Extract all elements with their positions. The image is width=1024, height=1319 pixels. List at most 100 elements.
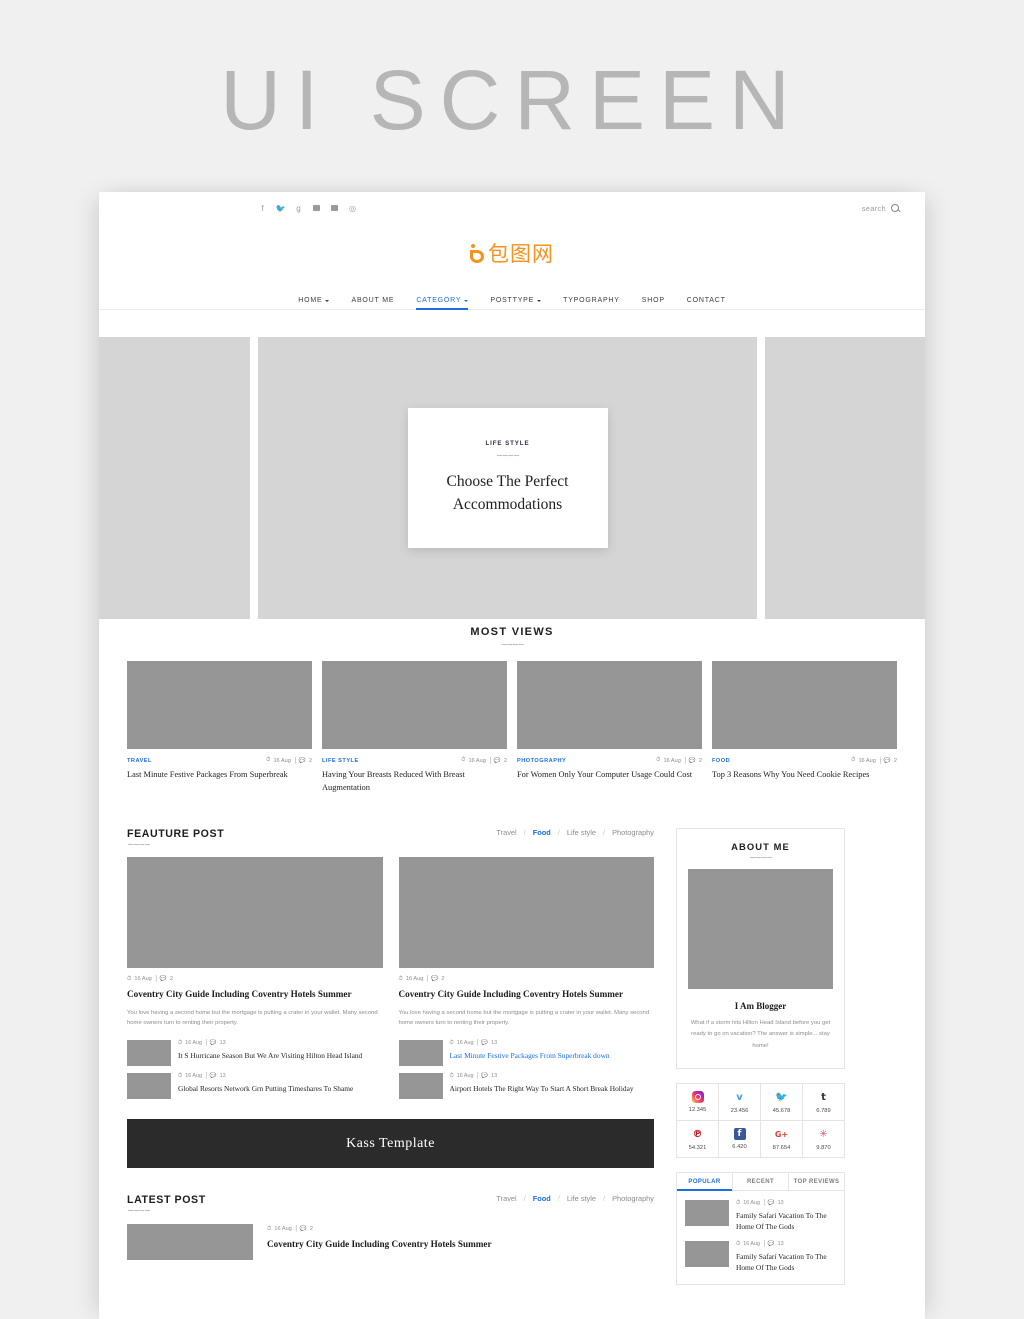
nav-item-typography[interactable]: TYPOGRAPHY <box>563 282 620 310</box>
hero-slide-active[interactable]: LIFE STYLE ∼∼∼∼ Choose The Perfect Accom… <box>258 337 757 619</box>
most-views-card[interactable]: TRAVEL ⏱ 16 Aug │ 💬 2 Last Minute Festiv… <box>127 661 312 794</box>
social-count-tumblr[interactable]: t 6.789 <box>803 1083 845 1121</box>
mini-post-item[interactable]: ⏱ 16 Aug │ 💬 13 Last Minute Festive Pack… <box>398 1040 655 1067</box>
filter-travel[interactable]: Travel <box>496 828 516 837</box>
post-thumbnail[interactable] <box>398 1040 443 1067</box>
nav-item-posttype[interactable]: POSTTYPE <box>490 282 542 310</box>
feature-post-filters[interactable]: Travel / Food / Life style / Photography <box>496 828 654 837</box>
promo-banner[interactable]: Kass Template <box>127 1119 654 1169</box>
nav-item-shop[interactable]: SHOP <box>642 282 665 310</box>
most-views-card[interactable]: LIFE STYLE ⏱ 16 Aug │ 💬 2 Having Your Br… <box>322 661 507 794</box>
post-thumbnail[interactable] <box>127 857 383 969</box>
hero-carousel[interactable]: LIFE STYLE ∼∼∼∼ Choose The Perfect Accom… <box>99 310 925 619</box>
filter-food[interactable]: Food <box>533 1194 551 1203</box>
hero-slide-next[interactable] <box>765 337 925 619</box>
post-meta: ⏱ 16 Aug │ 💬 2 <box>267 1226 313 1233</box>
site-logo[interactable]: 包图网 <box>99 224 925 282</box>
filter-separator: / <box>557 828 560 838</box>
filter-photography[interactable]: Photography <box>612 1194 654 1203</box>
post-thumbnail[interactable] <box>127 1224 253 1261</box>
list-item[interactable]: ⏱ 16 Aug │ 💬 13 Family Safari Vacation T… <box>685 1199 836 1233</box>
feature-post-item[interactable]: ⏱ 16 Aug │ 💬 2 Coventry City Guide Inclu… <box>127 857 383 1100</box>
search-box[interactable]: search <box>862 204 899 213</box>
post-title[interactable]: Global Resorts Network Grn Putting Times… <box>178 1083 353 1094</box>
vimeo-icon: v <box>736 1091 743 1103</box>
feature-post-item[interactable]: ⏱ 16 Aug │ 💬 2 Coventry City Guide Inclu… <box>398 857 655 1100</box>
sidebar: ABOUT ME ∼∼∼∼ I Am Blogger What if a sto… <box>676 828 845 1285</box>
mini-post-item[interactable]: ⏱ 16 Aug │ 💬 13 It S Hurricane Season Bu… <box>127 1040 383 1067</box>
hero-category: LIFE STYLE <box>485 439 530 447</box>
hero-card[interactable]: LIFE STYLE ∼∼∼∼ Choose The Perfect Accom… <box>407 408 608 548</box>
post-title[interactable]: Coventry City Guide Including Coventry H… <box>399 988 655 1001</box>
sidebar-tabs[interactable]: POPULAR RECENT TOP REVIEWS <box>676 1171 845 1191</box>
filter-life-style[interactable]: Life style <box>567 828 596 837</box>
post-title[interactable]: Family Safari Vacation To The Home Of Th… <box>736 1210 836 1233</box>
nav-item-category[interactable]: CATEGORY <box>416 282 469 310</box>
post-title[interactable]: Coventry City Guide Including Coventry H… <box>127 988 383 1001</box>
follower-count: 6.789 <box>816 1107 831 1114</box>
list-item[interactable]: ⏱ 16 Aug │ 💬 13 Family Safari Vacation T… <box>685 1240 836 1274</box>
nav-label: CATEGORY <box>416 296 462 304</box>
post-thumbnail[interactable] <box>398 857 654 969</box>
post-title[interactable]: Family Safari Vacation To The Home Of Th… <box>736 1251 836 1274</box>
mini-post-item[interactable]: ⏱ 16 Aug │ 💬 13 Global Resorts Network G… <box>127 1073 383 1100</box>
post-title[interactable]: Airport Hotels The Right Way To Start A … <box>450 1083 634 1094</box>
tab-top-reviews[interactable]: TOP REVIEWS <box>789 1173 844 1190</box>
facebook-icon[interactable]: f <box>258 204 267 213</box>
filter-food[interactable]: Food <box>533 828 551 837</box>
post-thumbnail[interactable] <box>127 1040 171 1067</box>
category-label[interactable]: PHOTOGRAPHY <box>517 758 566 764</box>
post-thumbnail[interactable] <box>127 661 312 749</box>
post-title[interactable]: Coventry City Guide Including Coventry H… <box>267 1238 492 1251</box>
filter-life-style[interactable]: Life style <box>567 1194 596 1203</box>
post-meta: ⏱ 16 Aug │ 💬 2 <box>127 976 173 983</box>
search-icon[interactable] <box>891 204 899 212</box>
social-count-pinterest[interactable]: ℗ 54.321 <box>677 1120 719 1158</box>
tab-recent[interactable]: RECENT <box>733 1172 789 1190</box>
post-thumbnail[interactable] <box>127 1073 171 1100</box>
most-views-card[interactable]: PHOTOGRAPHY ⏱ 16 Aug │ 💬 2 For Women Onl… <box>517 661 702 794</box>
post-thumbnail[interactable] <box>712 661 897 749</box>
post-thumbnail[interactable] <box>398 1073 443 1100</box>
category-label[interactable]: FOOD <box>712 758 730 764</box>
most-views-card[interactable]: FOOD ⏱ 16 Aug │ 💬 2 Top 3 Reasons Why Yo… <box>712 661 897 794</box>
social-links[interactable]: f 🐦 g ◎ <box>258 204 357 213</box>
mini-post-item[interactable]: ⏱ 16 Aug │ 💬 13 Airport Hotels The Right… <box>398 1073 655 1100</box>
post-date: 16 Aug <box>456 1073 474 1080</box>
meta-info: ⏱ 16 Aug │ 💬 2 <box>461 757 507 764</box>
flickr-icon[interactable] <box>312 204 321 213</box>
post-title[interactable]: Top 3 Reasons Why You Need Cookie Recipe… <box>712 769 897 782</box>
youtube-icon[interactable] <box>330 204 339 213</box>
social-count-facebook[interactable]: f 6.420 <box>719 1120 761 1158</box>
social-count-google-plus[interactable]: G+ 87.654 <box>761 1120 803 1158</box>
nav-item-home[interactable]: HOME <box>298 282 330 310</box>
post-title[interactable]: Having Your Breasts Reduced With Breast … <box>322 769 507 794</box>
hero-slide-prev[interactable] <box>99 337 250 619</box>
post-title[interactable]: For Women Only Your Computer Usage Could… <box>517 769 702 782</box>
latest-post-item[interactable]: ⏱ 16 Aug │ 💬 2 Coventry City Guide Inclu… <box>127 1224 654 1261</box>
category-label[interactable]: LIFE STYLE <box>322 758 359 764</box>
social-count-vimeo[interactable]: v 23.456 <box>719 1083 761 1121</box>
social-count-instagram[interactable]: 12.345 <box>677 1083 719 1121</box>
post-title[interactable]: It S Hurricane Season But We Are Visitin… <box>178 1050 362 1061</box>
post-title[interactable]: Last Minute Festive Packages From Superb… <box>450 1050 610 1061</box>
latest-post-filters[interactable]: Travel / Food / Life style / Photography <box>496 1194 654 1203</box>
pinterest-icon[interactable]: ◎ <box>348 204 357 213</box>
google-plus-icon[interactable]: g <box>294 204 303 213</box>
nav-item-about-me[interactable]: ABOUT ME <box>351 282 394 310</box>
filter-travel[interactable]: Travel <box>496 1194 516 1203</box>
nav-item-contact[interactable]: CONTACT <box>687 282 726 310</box>
social-count-twitter[interactable]: 🐦 45.678 <box>761 1083 803 1121</box>
post-thumbnail[interactable] <box>685 1240 729 1267</box>
post-thumbnail[interactable] <box>517 661 702 749</box>
post-thumbnail[interactable] <box>322 661 507 749</box>
post-date: 16 Aug <box>858 757 876 764</box>
filter-photography[interactable]: Photography <box>612 828 654 837</box>
category-label[interactable]: TRAVEL <box>127 758 152 764</box>
social-count-dribbble[interactable]: ✳ 9.870 <box>803 1120 845 1158</box>
tab-popular[interactable]: POPULAR <box>677 1172 733 1191</box>
main-navigation[interactable]: HOME ABOUT ME CATEGORY POSTTYPE TYPOGRAP… <box>99 282 925 310</box>
twitter-icon[interactable]: 🐦 <box>276 204 286 213</box>
post-title[interactable]: Last Minute Festive Packages From Superb… <box>127 769 312 782</box>
post-thumbnail[interactable] <box>685 1199 729 1226</box>
